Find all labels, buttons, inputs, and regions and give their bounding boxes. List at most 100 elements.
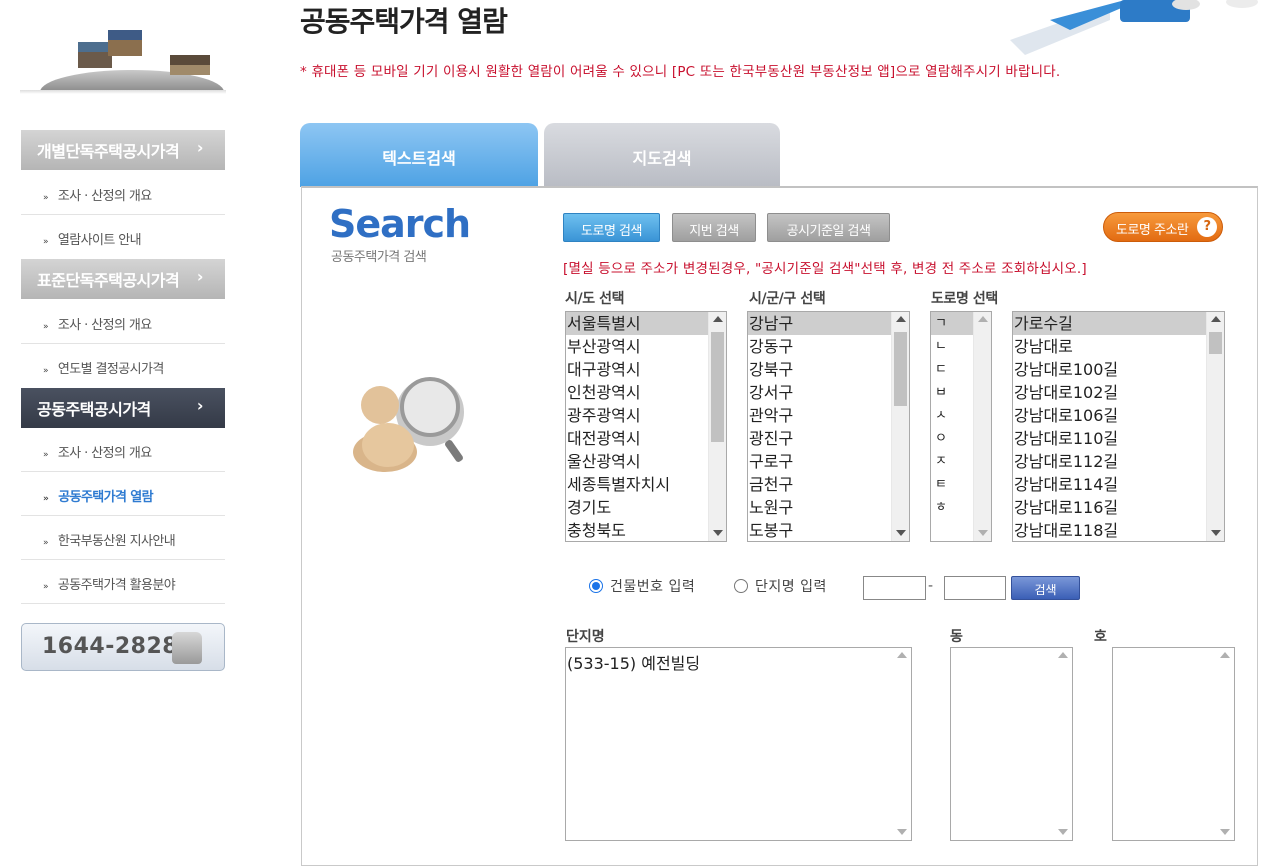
scroll-thumb[interactable] — [894, 332, 907, 406]
sidebar-item-branch-guide[interactable]: » 한국부동산원 지사안내 — [21, 516, 225, 560]
number-search-button[interactable]: 검색 — [1011, 576, 1080, 600]
sub-number-input[interactable] — [944, 576, 1006, 600]
sido-listbox[interactable]: 서울특별시 부산광역시 대구광역시 인천광역시 광주광역시 대전광역시 울산광역시 세종특별자… — [565, 311, 727, 542]
sido-option[interactable]: 부산광역시 — [566, 335, 708, 358]
main-number-input[interactable] — [863, 576, 926, 600]
scrollbar[interactable] — [1054, 648, 1072, 840]
scrollbar[interactable] — [708, 312, 726, 541]
ho-listbox[interactable] — [1112, 647, 1235, 841]
radio-button[interactable] — [589, 579, 603, 593]
sigungu-option[interactable]: 강북구 — [748, 358, 891, 381]
road-name-option[interactable]: 강남대로102길 — [1013, 381, 1206, 404]
road-name-option[interactable]: 강남대로116길 — [1013, 496, 1206, 519]
lot-number-search-button[interactable]: 지번 검색 — [672, 213, 756, 242]
sidebar-item-yearly-prices[interactable]: » 연도별 결정공시가격 — [21, 344, 225, 388]
scrollbar[interactable] — [893, 648, 911, 840]
scroll-down-icon[interactable] — [896, 530, 906, 536]
complex-name-radio[interactable]: 단지명 입력 — [734, 576, 827, 596]
sidebar-section-apartment[interactable]: 공동주택공시가격 › — [21, 388, 225, 428]
sidebar-section-standard-house[interactable]: 표준단독주택공시가격 › — [21, 259, 225, 299]
bullet-icon: » — [43, 538, 49, 548]
sido-option[interactable]: 대전광역시 — [566, 427, 708, 450]
sido-option[interactable]: 대구광역시 — [566, 358, 708, 381]
dong-listbox[interactable] — [950, 647, 1073, 841]
initial-option[interactable]: ㄷ — [931, 358, 973, 381]
sigungu-option[interactable]: 강동구 — [748, 335, 891, 358]
radio-label: 건물번호 입력 — [610, 579, 696, 595]
initial-option[interactable]: ㅇ — [931, 427, 973, 450]
initial-option[interactable]: ㅈ — [931, 450, 973, 473]
sido-option[interactable]: 광주광역시 — [566, 404, 708, 427]
scroll-down-icon[interactable] — [1220, 829, 1230, 835]
sigungu-listbox[interactable]: 강남구 강동구 강북구 강서구 관악구 광진구 구로구 금천구 노원구 도봉구 — [747, 311, 910, 542]
scroll-down-icon[interactable] — [1058, 829, 1068, 835]
initial-option[interactable]: ㅎ — [931, 496, 973, 519]
sido-option[interactable]: 인천광역시 — [566, 381, 708, 404]
scrollbar[interactable] — [1216, 648, 1234, 840]
scroll-down-icon[interactable] — [1211, 530, 1221, 536]
road-name-option[interactable]: 강남대로118길 — [1013, 519, 1206, 541]
road-name-option[interactable]: 가로수길 — [1013, 312, 1206, 335]
scrollbar[interactable] — [973, 312, 991, 541]
sigungu-option[interactable]: 강남구 — [748, 312, 891, 335]
sido-option[interactable]: 서울특별시 — [566, 312, 708, 335]
radio-button[interactable] — [734, 579, 748, 593]
scroll-up-icon[interactable] — [896, 316, 906, 322]
road-name-option[interactable]: 강남대로110길 — [1013, 427, 1206, 450]
sigungu-option[interactable]: 도봉구 — [748, 519, 891, 541]
initial-option[interactable]: ㄱ — [931, 312, 973, 335]
building-number-radio[interactable]: 건물번호 입력 — [589, 576, 695, 596]
initial-option[interactable]: ㅂ — [931, 381, 973, 404]
scroll-thumb[interactable] — [1209, 332, 1222, 354]
telephone-icon — [172, 632, 202, 664]
sigungu-option[interactable]: 광진구 — [748, 427, 891, 450]
sigungu-option[interactable]: 금천구 — [748, 473, 891, 496]
sigungu-option[interactable]: 관악구 — [748, 404, 891, 427]
scroll-up-icon[interactable] — [978, 316, 988, 322]
scroll-up-icon[interactable] — [1058, 652, 1068, 658]
tab-map-search[interactable]: 지도검색 — [544, 123, 780, 187]
road-name-search-button[interactable]: 도로명 검색 — [563, 213, 660, 242]
scroll-down-icon[interactable] — [897, 829, 907, 835]
sidebar-item-usage-fields[interactable]: » 공동주택가격 활용분야 — [21, 560, 225, 604]
sidebar-item-standard-overview[interactable]: » 조사 · 산정의 개요 — [21, 300, 225, 344]
scroll-down-icon[interactable] — [713, 530, 723, 536]
scroll-thumb[interactable] — [711, 332, 724, 442]
initial-consonant-listbox[interactable]: ㄱㄴㄷㅂㅅㅇㅈㅌㅎ — [930, 311, 992, 542]
scroll-up-icon[interactable] — [1220, 652, 1230, 658]
scrollbar[interactable] — [891, 312, 909, 541]
initial-option[interactable]: ㅌ — [931, 473, 973, 496]
road-address-help-button[interactable]: 도로명 주소란 ? — [1103, 212, 1223, 242]
sidebar-item-viewing-site-guide[interactable]: » 열람사이트 안내 — [21, 215, 225, 259]
sidebar-section-individual-house[interactable]: 개별단독주택공시가격 › — [21, 130, 225, 170]
dong-label: 동 — [950, 629, 963, 645]
sido-option[interactable]: 세종특별자치시 — [566, 473, 708, 496]
scroll-up-icon[interactable] — [1211, 316, 1221, 322]
sidebar-item-apartment-overview[interactable]: » 조사 · 산정의 개요 — [21, 428, 225, 472]
sidebar-section-label: 개별단독주택공시가격 — [37, 142, 180, 161]
road-name-option[interactable]: 강남대로112길 — [1013, 450, 1206, 473]
road-name-option[interactable]: 강남대로114길 — [1013, 473, 1206, 496]
scroll-up-icon[interactable] — [713, 316, 723, 322]
initial-option[interactable]: ㅅ — [931, 404, 973, 427]
complex-name-listbox[interactable]: (533-15) 예전빌딩 — [565, 647, 912, 841]
sido-option[interactable]: 경기도 — [566, 496, 708, 519]
sido-option[interactable]: 울산광역시 — [566, 450, 708, 473]
scroll-up-icon[interactable] — [897, 652, 907, 658]
sidebar-item-individual-overview[interactable]: » 조사 · 산정의 개요 — [21, 171, 225, 215]
base-date-search-button[interactable]: 공시기준일 검색 — [767, 213, 890, 242]
initial-option[interactable]: ㄴ — [931, 335, 973, 358]
scroll-down-icon[interactable] — [978, 530, 988, 536]
sigungu-option[interactable]: 강서구 — [748, 381, 891, 404]
road-name-listbox[interactable]: 가로수길 강남대로 강남대로100길 강남대로102길 강남대로106길 강남대로110길… — [1012, 311, 1225, 542]
sigungu-option[interactable]: 구로구 — [748, 450, 891, 473]
complex-option[interactable]: (533-15) 예전빌딩 — [566, 648, 893, 674]
sidebar-item-apartment-price-view[interactable]: » 공동주택가격 열람 — [21, 472, 225, 516]
road-name-option[interactable]: 강남대로 — [1013, 335, 1206, 358]
road-name-option[interactable]: 강남대로106길 — [1013, 404, 1206, 427]
scrollbar[interactable] — [1206, 312, 1224, 541]
sigungu-option[interactable]: 노원구 — [748, 496, 891, 519]
tab-text-search[interactable]: 텍스트검색 — [300, 123, 538, 187]
sido-option[interactable]: 충청북도 — [566, 519, 708, 541]
road-name-option[interactable]: 강남대로100길 — [1013, 358, 1206, 381]
